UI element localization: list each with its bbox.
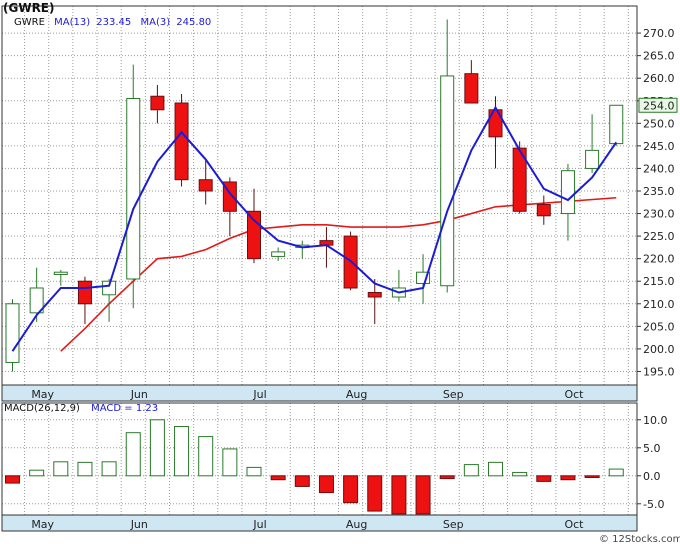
macd-bar-positive bbox=[174, 426, 190, 477]
macd-bar-positive bbox=[488, 461, 503, 477]
macd-bar-positive bbox=[246, 466, 262, 477]
price-tick-label: 270.0 bbox=[643, 27, 675, 40]
candle-down bbox=[464, 73, 479, 104]
macd-bar-negative bbox=[584, 475, 600, 478]
macd-tick-label: -5.0 bbox=[643, 498, 664, 511]
chart-title: (GWRE) bbox=[3, 1, 55, 15]
candle-down bbox=[150, 95, 165, 111]
price-date-strip bbox=[1, 384, 638, 402]
macd-bar-negative bbox=[391, 475, 407, 515]
candle-down bbox=[247, 210, 261, 260]
macd-bar-negative bbox=[367, 475, 383, 512]
macd-month-label: Oct bbox=[564, 518, 584, 531]
price-tick-label: 205.0 bbox=[643, 320, 675, 333]
macd-bar-positive bbox=[512, 471, 528, 477]
price-tick-label: 240.0 bbox=[643, 162, 675, 175]
macd-bar-negative bbox=[318, 475, 334, 494]
macd-legend-label: MACD(26,12,9) bbox=[4, 403, 80, 414]
macd-bar-negative bbox=[294, 475, 310, 487]
macd-bar-positive bbox=[222, 448, 238, 477]
legend-ma13-value: 233.45 bbox=[96, 17, 131, 28]
macd-month-label: Jul bbox=[252, 518, 266, 531]
macd-month-label: Jun bbox=[130, 518, 148, 531]
legend-ma3-value: 245.80 bbox=[176, 17, 211, 28]
macd-month-label: May bbox=[31, 518, 54, 531]
macd-bar-positive bbox=[29, 469, 45, 477]
macd-bar-positive bbox=[53, 461, 69, 477]
candle-down bbox=[198, 179, 213, 192]
legend-symbol: GWRE bbox=[14, 17, 45, 28]
price-tick-label: 260.0 bbox=[643, 72, 675, 85]
candle-down bbox=[174, 102, 189, 181]
candle-down bbox=[77, 280, 92, 305]
price-month-label: Jun bbox=[130, 388, 148, 401]
macd-bar-negative bbox=[270, 475, 286, 481]
price-tick-label: 265.0 bbox=[643, 50, 675, 63]
macd-bar-positive bbox=[77, 461, 93, 477]
legend-ma13-label: MA(13) bbox=[54, 17, 90, 28]
price-month-label: Sep bbox=[443, 388, 464, 401]
macd-bar-negative bbox=[343, 475, 359, 504]
candle-up bbox=[53, 271, 68, 275]
macd-bar-negative bbox=[5, 475, 20, 484]
last-price-tag: 254.0 bbox=[638, 97, 678, 113]
candle-down bbox=[367, 292, 382, 298]
price-tick-label: 215.0 bbox=[643, 275, 675, 288]
price-month-label: Aug bbox=[346, 388, 367, 401]
price-legend: GWRE MA(13) 233.45 MA(3) 245.80 bbox=[14, 17, 211, 28]
price-tick-label: 245.0 bbox=[643, 140, 675, 153]
candle-up bbox=[560, 170, 575, 215]
legend-ma3-label: MA(3) bbox=[140, 17, 170, 28]
macd-bar-positive bbox=[463, 464, 479, 477]
macd-tick-label: 10.0 bbox=[643, 414, 668, 427]
price-tick-label: 210.0 bbox=[643, 298, 675, 311]
macd-tick-label: 5.0 bbox=[643, 442, 661, 455]
macd-bar-negative bbox=[439, 475, 455, 480]
macd-legend: MACD(26,12,9) MACD = 1.23 bbox=[4, 403, 158, 414]
price-tick-label: 225.0 bbox=[643, 230, 675, 243]
candle-up bbox=[126, 97, 141, 280]
watermark: © 12Stocks.com bbox=[599, 534, 680, 545]
macd-bar-negative bbox=[536, 475, 552, 482]
macd-date-strip bbox=[1, 514, 638, 532]
stock-chart: May May Jun Jun Jul Jul Aug Aug Sep Sep Oct Oct 195… bbox=[0, 0, 680, 546]
macd-bar-positive bbox=[101, 461, 117, 477]
macd-bar-positive bbox=[125, 432, 141, 477]
candle-up bbox=[585, 149, 600, 169]
macd-bar-negative bbox=[560, 475, 576, 481]
candle-up bbox=[5, 303, 20, 363]
price-tick-label: 195.0 bbox=[643, 365, 675, 378]
candle-up bbox=[271, 251, 286, 257]
macd-tick-label: 0.0 bbox=[643, 470, 661, 483]
price-tick-label: 200.0 bbox=[643, 343, 675, 356]
macd-month-label: Aug bbox=[346, 518, 367, 531]
candle-down bbox=[536, 204, 551, 217]
price-month-label: Jul bbox=[252, 388, 266, 401]
candle-up bbox=[609, 104, 624, 145]
price-tick-label: 220.0 bbox=[643, 253, 675, 266]
macd-bar-positive bbox=[198, 436, 214, 477]
macd-bar-positive bbox=[608, 468, 624, 477]
candle-up bbox=[440, 75, 455, 287]
price-month-label: May bbox=[31, 388, 54, 401]
macd-bar-negative bbox=[415, 475, 431, 515]
macd-legend-value: MACD = 1.23 bbox=[91, 403, 158, 414]
macd-month-label: Sep bbox=[443, 518, 464, 531]
price-tick-label: 235.0 bbox=[643, 185, 675, 198]
price-tick-label: 230.0 bbox=[643, 208, 675, 221]
price-tick-label: 250.0 bbox=[643, 117, 675, 130]
macd-bar-positive bbox=[149, 419, 165, 477]
last-price-label: 254.0 bbox=[643, 99, 675, 112]
price-month-label: Oct bbox=[564, 388, 584, 401]
